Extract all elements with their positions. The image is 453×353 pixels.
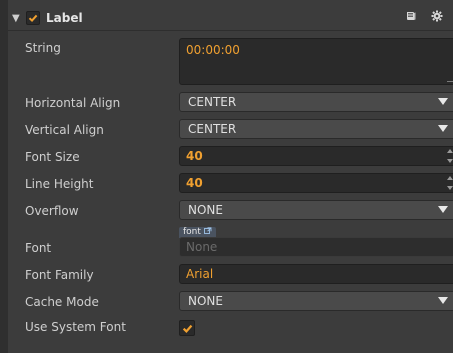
string-label: String [25,41,61,55]
use-system-font-checkbox[interactable] [179,320,195,336]
font-size-label: Font Size [25,150,80,164]
cache-mode-value: NONE [188,294,223,308]
dropdown-arrow-icon [438,98,448,105]
book-icon[interactable] [405,10,417,22]
horizontal-align-select[interactable]: CENTER [179,92,453,112]
string-textarea[interactable]: 00:00:00 [179,38,453,85]
label-component-panel: ▼ Label String 00:00:00 Horizontal Align… [8,0,453,353]
dropdown-arrow-icon [438,125,448,132]
open-asset-icon [203,227,212,234]
use-system-font-label: Use System Font [25,320,126,334]
line-height-value: 40 [186,176,203,190]
check-icon [28,14,38,23]
vertical-align-select[interactable]: CENTER [179,119,453,139]
line-height-input[interactable]: 40 [179,173,453,193]
component-header[interactable]: ▼ Label [8,6,453,31]
increment-icon[interactable] [447,176,453,180]
dropdown-arrow-icon [438,297,448,304]
font-family-input[interactable]: Arial [179,264,453,284]
cache-mode-label: Cache Mode [25,295,99,309]
decrement-icon[interactable] [447,186,453,190]
gear-icon[interactable] [431,10,443,22]
line-height-stepper[interactable] [446,176,453,190]
font-size-value: 40 [186,149,203,163]
increment-icon[interactable] [447,149,453,153]
component-enabled-checkbox[interactable] [26,11,40,25]
line-height-label: Line Height [25,177,94,191]
string-value: 00:00:00 [186,43,240,57]
font-tag-text: font [183,227,201,237]
overflow-value: NONE [188,203,223,217]
font-family-value: Arial [186,267,214,281]
font-family-label: Font Family [25,268,94,282]
overflow-select[interactable]: NONE [179,200,453,220]
overflow-label: Overflow [25,204,79,218]
font-value: None [186,240,218,254]
horizontal-align-value: CENTER [188,95,237,109]
resize-handle-icon[interactable] [447,75,453,82]
vertical-align-label: Vertical Align [25,123,104,137]
font-label: Font [25,241,52,255]
cache-mode-select[interactable]: NONE [179,291,453,311]
horizontal-align-label: Horizontal Align [25,96,121,110]
dropdown-arrow-icon [438,206,448,213]
component-title: Label [46,11,83,25]
font-size-input[interactable]: 40 [179,146,453,166]
vertical-align-value: CENTER [188,122,237,136]
font-size-stepper[interactable] [446,149,453,163]
check-icon [182,324,192,333]
decrement-icon[interactable] [447,159,453,163]
font-asset-field[interactable]: None [179,237,453,257]
collapse-caret-icon[interactable]: ▼ [12,13,22,24]
